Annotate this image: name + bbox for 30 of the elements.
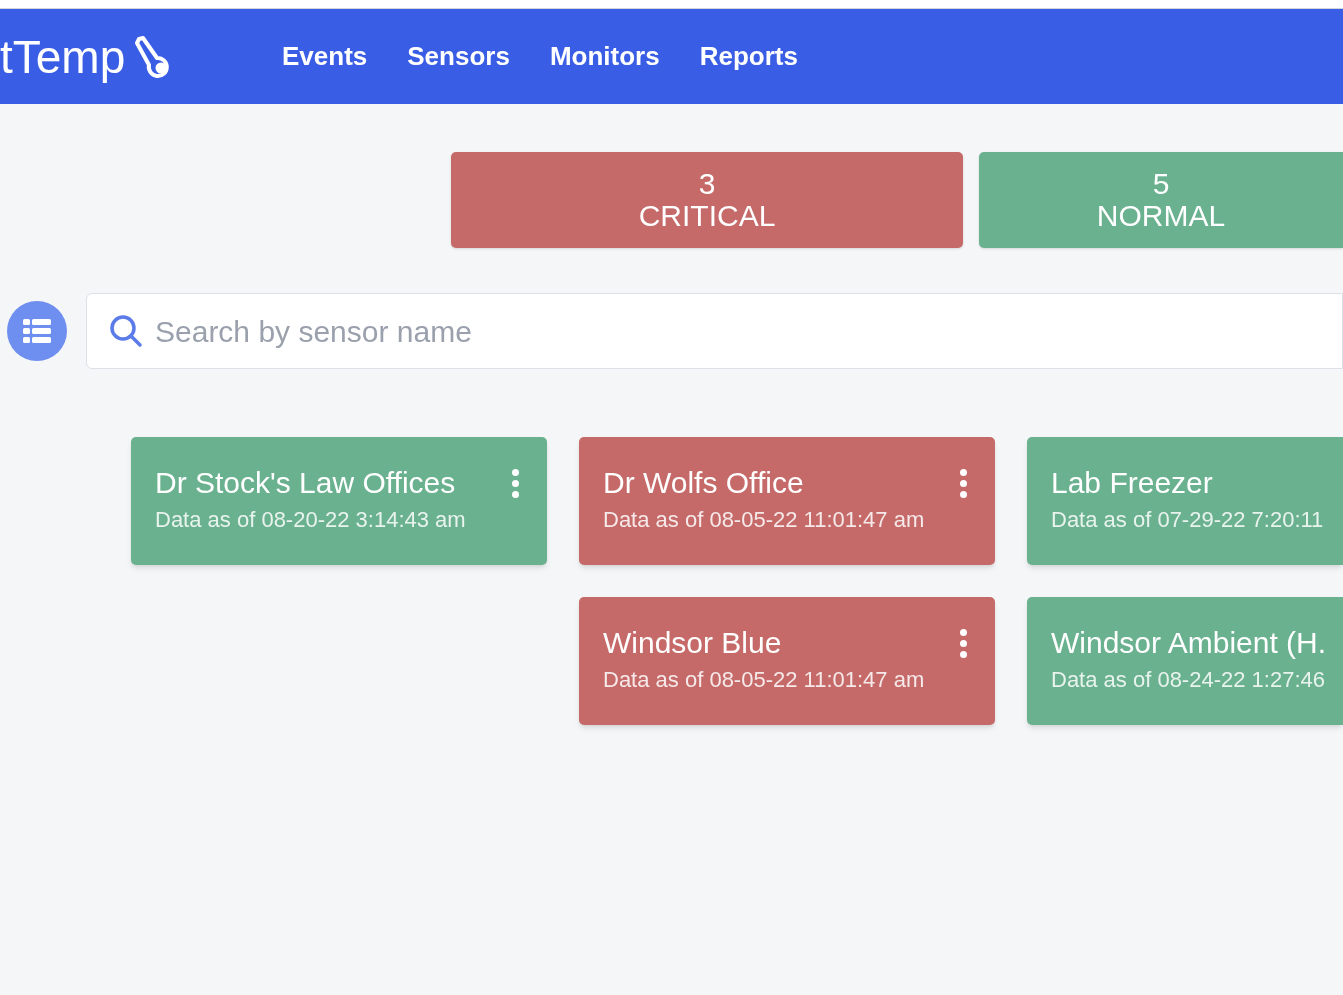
status-label: NORMAL [1096, 200, 1226, 232]
sensor-name: Dr Wolfs Office [603, 465, 805, 501]
update-time: Data as of 08-05-22 11:01:47 am [603, 507, 925, 533]
nav-link[interactable]: Events [282, 37, 368, 76]
sensor-card[interactable]: Dr Stock's Law Offices Data as of 08-20-22 3:14:43 am [131, 437, 547, 565]
sensor-name: Dr Stock's Law Offices [155, 465, 457, 501]
search-field[interactable]: Search by sensor name [155, 308, 1342, 354]
status-label: CRITICAL [638, 200, 776, 232]
sensor-card[interactable]: Windsor Blue Data as of 08-05-22 11:01:47 am [579, 597, 995, 725]
update-time: Data as of 08-20-22 3:14:43 am [155, 507, 466, 533]
nav-link[interactable]: Reports [699, 37, 798, 76]
sensor-card[interactable]: Windsor Ambient (H. Data as of 08-24-22 1:27:46 [1027, 597, 1343, 725]
status-count: 3 [698, 168, 716, 200]
sensor-name: Lab Freezer [1051, 465, 1214, 501]
list-icon [23, 319, 51, 343]
update-time: Data as of 07-29-22 7:20:11 [1051, 507, 1324, 533]
status-summary-tile[interactable]: 3 CRITICAL [451, 152, 963, 248]
sensor-card[interactable]: Dr Wolfs Office Data as of 08-05-22 11:01:47 am [579, 437, 995, 565]
status-count: 5 [1152, 168, 1170, 200]
search-bar[interactable]: Search by sensor name [86, 293, 1343, 369]
list-view-button[interactable] [7, 301, 67, 361]
sensor-name: Windsor Blue [603, 625, 783, 661]
update-time: Data as of 08-24-22 1:27:46 [1051, 667, 1326, 693]
sensor-name: Windsor Ambient (H. [1051, 625, 1327, 661]
status-summary-tile[interactable]: 5 NORMAL [979, 152, 1343, 248]
search-icon [109, 314, 143, 348]
nav-link[interactable]: Sensors [407, 37, 510, 76]
nav-link[interactable]: Monitors [549, 37, 660, 76]
sensor-card[interactable]: Lab Freezer Data as of 07-29-22 7:20:11 [1027, 437, 1343, 565]
update-time: Data as of 08-05-22 11:01:47 am [603, 667, 925, 693]
